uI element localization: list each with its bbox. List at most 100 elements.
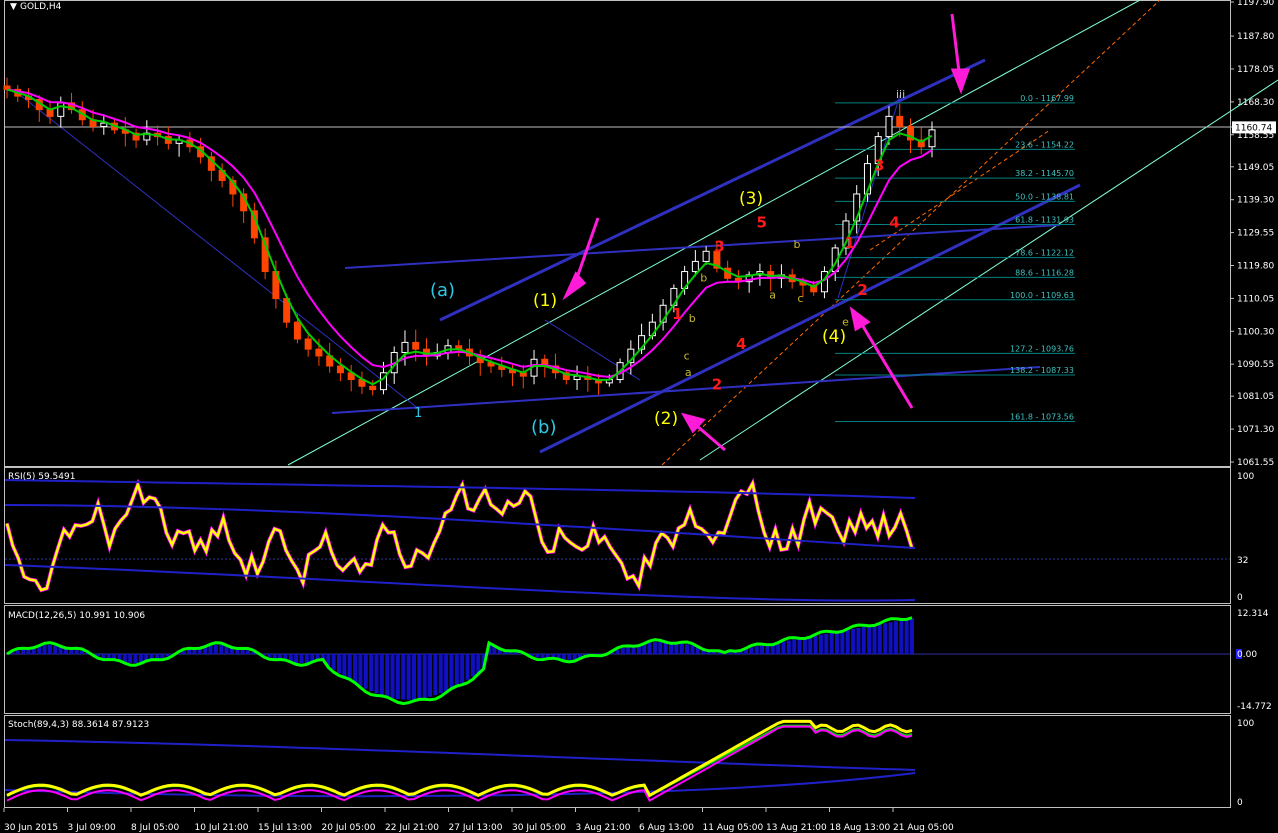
price-tick-label: 1129.55	[1237, 229, 1274, 239]
trading-chart[interactable]: ▼ GOLD,H4 1197.901187.801178.051168.3011…	[0, 0, 1278, 833]
candle-body	[896, 115, 904, 127]
rsi-indicator	[4, 477, 1230, 602]
time-tick-label: 3 Jul 09:00	[68, 823, 117, 833]
rsi-title: RSI(5) 59.5491	[8, 472, 75, 482]
time-tick-label: 22 Jul 21:00	[385, 823, 439, 833]
wave-label-2: (2)	[654, 409, 678, 429]
rsi-axis-100: 100	[1237, 472, 1254, 482]
candle-body	[304, 338, 312, 350]
macd-axis-min: -14.772	[1237, 702, 1272, 712]
candlestick-series	[3, 77, 936, 396]
rsi-axis-32: 32	[1237, 556, 1248, 566]
price-tick-label: 1081.05	[1237, 392, 1274, 402]
fib-level-label: 88.6 - 1116.28	[1015, 268, 1074, 277]
macd-axis-max: 12.314	[1237, 609, 1269, 619]
time-tick-label: 27 Jul 13:00	[449, 823, 503, 833]
time-tick-label: 30 Jun 2015	[4, 823, 58, 833]
small-wave-label: b	[689, 312, 696, 325]
candle-body	[401, 341, 409, 354]
red-wave-label: 3	[714, 237, 724, 255]
wave-labels: (a) (b) (1) (2) (3) (4) 1 iii	[414, 88, 905, 438]
red-wave-label: 5	[756, 214, 766, 232]
time-axis: 30 Jun 2015 3 Jul 09:00 8 Jul 05:00 10 Jul …	[3, 808, 954, 833]
price-tick-label: 1100.30	[1237, 327, 1274, 337]
time-tick-label: 8 Jul 05:00	[131, 823, 180, 833]
fib-level-label: 38.2 - 1145.70	[1015, 169, 1074, 178]
stoch-signal-2	[6, 725, 913, 802]
price-tick-label: 1071.30	[1237, 425, 1274, 435]
candle-body	[412, 341, 420, 350]
time-tick-label: 30 Jul 05:00	[512, 823, 566, 833]
small-wave-label: c	[797, 292, 803, 305]
candle-body	[293, 321, 301, 340]
time-tick-label: 3 Aug 21:00	[576, 823, 631, 833]
arrow-down-1-head	[562, 271, 587, 301]
candle-body	[885, 115, 893, 138]
candle-body	[57, 102, 65, 117]
wave-label-4: (4)	[822, 327, 846, 347]
red-wave-label: 4	[736, 335, 746, 353]
candle-body	[315, 348, 323, 357]
fib-level-label: 127.2 - 1093.76	[1010, 344, 1074, 353]
fib-level-label: 100.0 - 1109.63	[1010, 291, 1074, 300]
price-tick-label: 1061.55	[1237, 458, 1274, 468]
small-wave-label: c	[684, 349, 690, 362]
fib-level-label: 161.8 - 1073.56	[1010, 412, 1074, 421]
fib-level-label: 61.8 - 1131.93	[1015, 216, 1074, 225]
time-tick-label: 10 Jul 21:00	[195, 823, 249, 833]
macd-axis-zero: 0.00	[1237, 650, 1257, 660]
price-tick-label: 1139.30	[1237, 196, 1274, 206]
wave-label-small-1: 1	[414, 406, 422, 421]
candle-body	[369, 385, 377, 391]
price-tick-label: 1149.05	[1237, 163, 1274, 173]
price-tick-label: 1187.80	[1237, 32, 1274, 42]
candle-body	[336, 365, 344, 374]
time-tick-label: 21 Aug 05:00	[893, 823, 954, 833]
dotted-channel-1	[661, 0, 1161, 466]
chart-title: GOLD,H4	[20, 2, 62, 12]
wave-label-iii: iii	[896, 88, 905, 101]
arrow-up-2-head	[849, 306, 871, 332]
stochastic-indicator	[4, 719, 916, 802]
red-wave-label: 2	[857, 281, 867, 299]
main-price-panel[interactable]	[4, 0, 1231, 467]
small-wave-label: a	[685, 366, 692, 379]
time-tick-label: 15 Jul 13:00	[258, 823, 312, 833]
red-wave-label: 4	[889, 214, 899, 232]
wave-label-a: (a)	[430, 280, 455, 301]
red-wave-label: 2	[712, 376, 722, 394]
price-tick-label: 1119.80	[1237, 261, 1274, 271]
stoch-axis-0: 0	[1237, 798, 1243, 808]
wave-label-1: (1)	[533, 291, 557, 311]
time-tick-label: 13 Aug 21:00	[766, 823, 827, 833]
channel-line-lower	[699, 79, 1278, 461]
candle-body	[100, 122, 108, 127]
red-wave-label: 1	[672, 305, 682, 323]
red-wave-label: 3	[874, 156, 884, 174]
stoch-band-upper	[4, 739, 916, 771]
fib-level-label: 23.6 - 1154.22	[1015, 140, 1074, 149]
trendlines	[4, 0, 1278, 466]
current-price-label: 1160.74	[1235, 123, 1272, 133]
fib-level-label: 138.2 - 1087.33	[1010, 366, 1074, 375]
panel-borders	[4, 0, 1231, 808]
chart-title-arrow-icon: ▼	[10, 2, 17, 12]
time-tick-label: 11 Aug 05:00	[703, 823, 764, 833]
price-tick-label: 1197.90	[1237, 0, 1274, 8]
macd-panel[interactable]	[4, 605, 1231, 714]
rsi-axis-0: 0	[1237, 593, 1243, 603]
price-axis: 1197.901187.801178.051168.301158.551149.…	[1230, 0, 1276, 468]
price-tick-label: 1110.05	[1237, 294, 1274, 304]
fib-level-label: 0.0 - 1167.99	[1020, 94, 1074, 103]
stoch-title: Stoch(89,4,3) 88.3614 87.9123	[8, 720, 149, 730]
rsi-band-lower	[4, 564, 916, 602]
candle-body	[702, 250, 710, 262]
wave-label-b: (b)	[531, 417, 556, 438]
small-wave-label: b	[700, 272, 707, 285]
wave-label-3: (3)	[739, 189, 763, 209]
macd-title: MACD(12,26,5) 10.991 10.906	[8, 611, 145, 621]
arrow-up-2	[856, 317, 914, 409]
price-tick-label: 1090.55	[1237, 360, 1274, 370]
channel-line-upper	[287, 0, 1141, 466]
trendline-decline	[19, 94, 421, 411]
